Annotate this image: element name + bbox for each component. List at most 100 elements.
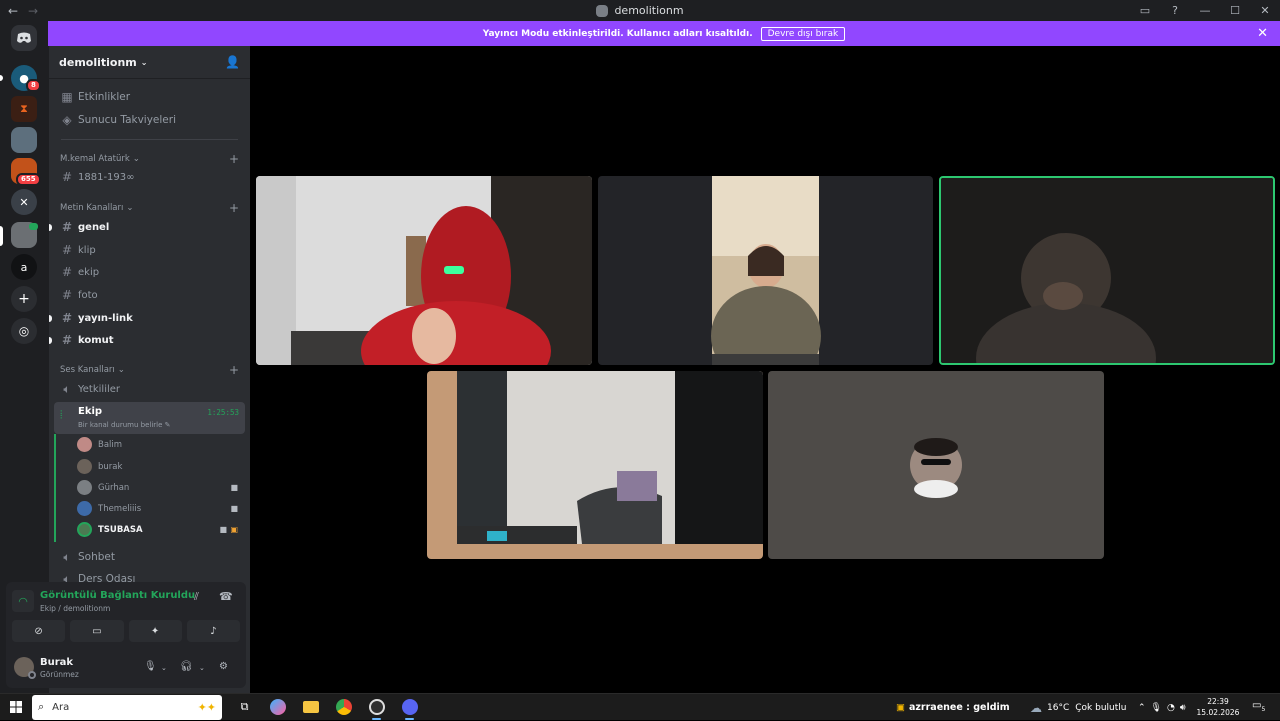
channel-label: foto: [78, 289, 98, 301]
activities-button[interactable]: ✦: [128, 620, 182, 642]
hash-icon: #: [61, 288, 73, 302]
close-window-icon[interactable]: ✕: [1250, 0, 1280, 21]
user-name[interactable]: Burak: [40, 657, 73, 668]
video-tile-speaking[interactable]: [939, 176, 1275, 365]
server-icon-5[interactable]: ✕: [11, 189, 37, 215]
add-channel-icon[interactable]: +: [229, 201, 239, 215]
voice-channel-yetkililer[interactable]: 🔈︎ Yetkililer: [54, 379, 245, 399]
microphone-icon[interactable]: 🎙︎: [144, 661, 157, 672]
close-banner-icon[interactable]: ✕: [1257, 26, 1268, 41]
weather-widget[interactable]: ☁ 16°C Çok bulutlu: [1030, 694, 1126, 721]
channel-yayin-link[interactable]: # yayın-link: [49, 308, 245, 328]
discover-icon[interactable]: ◎: [11, 318, 37, 344]
chevron-down-icon[interactable]: ⌄: [161, 664, 167, 672]
server-icon-3[interactable]: [11, 127, 37, 153]
add-channel-icon[interactable]: +: [229, 152, 239, 166]
camera-icon: ■: [219, 525, 227, 534]
connection-channel[interactable]: Ekip / demolitionm: [40, 604, 110, 613]
file-explorer-icon[interactable]: [294, 694, 327, 721]
voice-channel-sohbet[interactable]: 🔈︎ Sohbet: [54, 547, 245, 567]
avatar: [77, 501, 92, 516]
voice-activity-icon: ⦙: [60, 408, 63, 421]
taskbar-notification[interactable]: ▣ azrraenee : geldim: [896, 694, 1010, 721]
voice-connection-panel: ◠ Görüntülü Bağlantı Kuruldu Ekip / demo…: [6, 582, 246, 648]
noise-suppression-icon[interactable]: ⫽: [194, 590, 199, 604]
headphones-icon[interactable]: 🎧︎: [180, 661, 193, 672]
window-title-text: demolitionm: [614, 4, 684, 17]
inbox-icon[interactable]: ▭: [1130, 0, 1160, 21]
category-text-channels[interactable]: Metin Kanalları ⌄ +: [54, 201, 245, 215]
chevron-up-icon[interactable]: ⌃: [1138, 703, 1146, 713]
server-header[interactable]: demolitionm ⌄ 👤: [49, 46, 250, 79]
microphone-icon[interactable]: 🎙︎: [1151, 703, 1162, 713]
category-ataturk[interactable]: M.kemal Atatürk ⌄ +: [54, 152, 245, 166]
forward-arrow-icon[interactable]: →: [26, 4, 40, 18]
voice-user-burak[interactable]: burak: [77, 457, 245, 476]
selected-indicator: [0, 226, 3, 246]
voice-user-gurhan[interactable]: Gürhan ■: [77, 478, 245, 497]
notification-center-icon[interactable]: ▭5: [1252, 700, 1265, 713]
channel-genel[interactable]: # genel: [49, 217, 245, 237]
back-arrow-icon[interactable]: ←: [6, 4, 20, 18]
disable-streamer-mode-button[interactable]: Devre dışı bırak: [760, 26, 846, 41]
clock-date: 15.02.2026: [1196, 708, 1240, 717]
voice-channel-ekip[interactable]: ⦙ Ekip Bir kanal durumu belirle ✎ 1:25:5…: [54, 402, 245, 434]
signal-icon[interactable]: ◠: [12, 590, 34, 612]
channel-klip[interactable]: # klip: [54, 240, 245, 260]
chevron-down-icon: ⌄: [117, 365, 125, 375]
connection-status[interactable]: Görüntülü Bağlantı Kuruldu: [40, 590, 195, 601]
maximize-icon[interactable]: ☐: [1220, 0, 1250, 21]
add-server-icon[interactable]: +: [11, 286, 37, 312]
system-clock[interactable]: 22:39 15.02.2026: [1196, 696, 1240, 718]
boost-icon: ◈: [62, 113, 72, 127]
chrome-icon[interactable]: [327, 694, 360, 721]
screen-share-button[interactable]: ▭: [70, 620, 124, 642]
user-status[interactable]: Görünmez: [40, 670, 79, 679]
server-icon-2[interactable]: ⧗: [11, 96, 37, 122]
taskbar-search[interactable]: ⌕ Ara ✦✦: [32, 694, 222, 720]
obs-icon[interactable]: [360, 694, 393, 721]
discord-taskbar-icon[interactable]: [393, 694, 426, 721]
chevron-down-icon: ⌄: [140, 57, 148, 67]
wifi-icon[interactable]: ◔: [1167, 703, 1175, 713]
category-voice-channels[interactable]: Ses Kanalları ⌄ +: [54, 363, 245, 377]
volume-icon[interactable]: 🔊︎: [1180, 703, 1186, 713]
voice-user-themeliiis[interactable]: Themeliiis ■: [77, 499, 245, 518]
voice-channel-name: Ekip: [78, 406, 103, 417]
settings-gear-icon[interactable]: ⚙: [219, 661, 228, 672]
chevron-down-icon: ⌄: [132, 154, 140, 164]
video-tile[interactable]: [598, 176, 933, 365]
chevron-down-icon[interactable]: ⌄: [199, 664, 205, 672]
soundboard-button[interactable]: ♪: [186, 620, 240, 642]
video-tile[interactable]: [256, 176, 592, 365]
help-icon[interactable]: ?: [1160, 0, 1190, 21]
boosts-item[interactable]: ◈ Sunucu Takviyeleri: [54, 110, 245, 130]
camera-toggle-button[interactable]: ⊘: [12, 620, 66, 642]
add-channel-icon[interactable]: +: [229, 363, 239, 377]
disconnect-icon[interactable]: ☎: [219, 590, 233, 603]
channel-label: 1881-193∞: [78, 171, 135, 183]
voice-user-tsubasa[interactable]: TSUBASA ■ ▣: [77, 520, 245, 539]
minimize-icon[interactable]: —: [1190, 0, 1220, 21]
video-tile-avatar[interactable]: [768, 371, 1104, 559]
unread-indicator: [49, 336, 52, 344]
channel-ekip[interactable]: # ekip: [54, 262, 245, 282]
invite-people-icon[interactable]: 👤: [225, 55, 240, 69]
copilot-app-icon[interactable]: [261, 694, 294, 721]
set-channel-status[interactable]: Bir kanal durumu belirle ✎: [78, 421, 171, 429]
weather-text: Çok bulutlu: [1075, 702, 1127, 713]
task-view-icon[interactable]: ⧉: [228, 694, 261, 721]
channel-komut[interactable]: # komut: [49, 330, 245, 350]
channel-1881[interactable]: # 1881-193∞: [54, 167, 245, 187]
voice-user-balim[interactable]: Balim: [77, 435, 245, 454]
discord-home-icon[interactable]: [11, 25, 37, 51]
voice-user-name: burak: [98, 461, 123, 472]
windows-start-icon[interactable]: [0, 694, 32, 721]
events-item[interactable]: ▦ Etkinlikler: [54, 87, 245, 107]
server-icon-letter[interactable]: a: [11, 254, 37, 280]
camera-icon: ■: [230, 504, 238, 513]
channel-foto[interactable]: # foto: [54, 285, 245, 305]
hash-icon: #: [61, 243, 73, 257]
camera-icon: ■: [230, 483, 238, 492]
video-tile[interactable]: [427, 371, 763, 559]
